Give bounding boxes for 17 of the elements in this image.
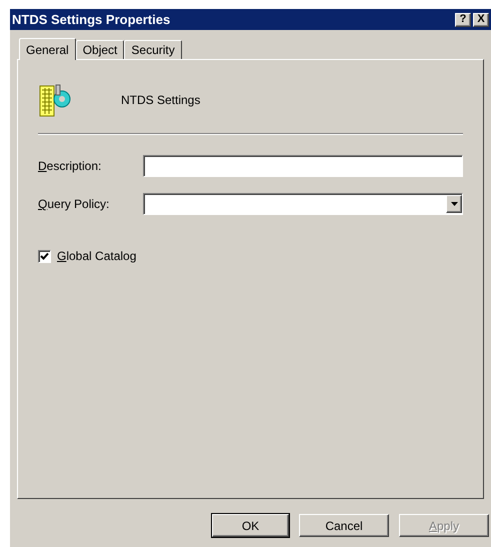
global-catalog-checkbox[interactable]: [38, 250, 51, 262]
tab[interactable]: Security: [124, 40, 182, 59]
cancel-button[interactable]: Cancel: [299, 514, 389, 537]
object-name: NTDS Settings: [121, 92, 200, 109]
description-field[interactable]: [143, 155, 463, 177]
close-button[interactable]: X: [473, 12, 489, 26]
ok-button[interactable]: OK: [212, 514, 289, 537]
help-button[interactable]: ?: [455, 12, 471, 26]
tab[interactable]: General: [19, 38, 76, 60]
global-catalog-label: Global Catalog: [57, 248, 136, 265]
query-policy-dropdown[interactable]: [143, 193, 463, 215]
dropdown-button[interactable]: [446, 195, 462, 213]
window-title: NTDS Settings Properties: [12, 10, 170, 29]
tab[interactable]: Object: [76, 40, 124, 59]
query-policy-label: Query Policy:: [38, 196, 110, 213]
description-label: Description:: [38, 158, 102, 175]
caret-icon: [450, 202, 458, 206]
